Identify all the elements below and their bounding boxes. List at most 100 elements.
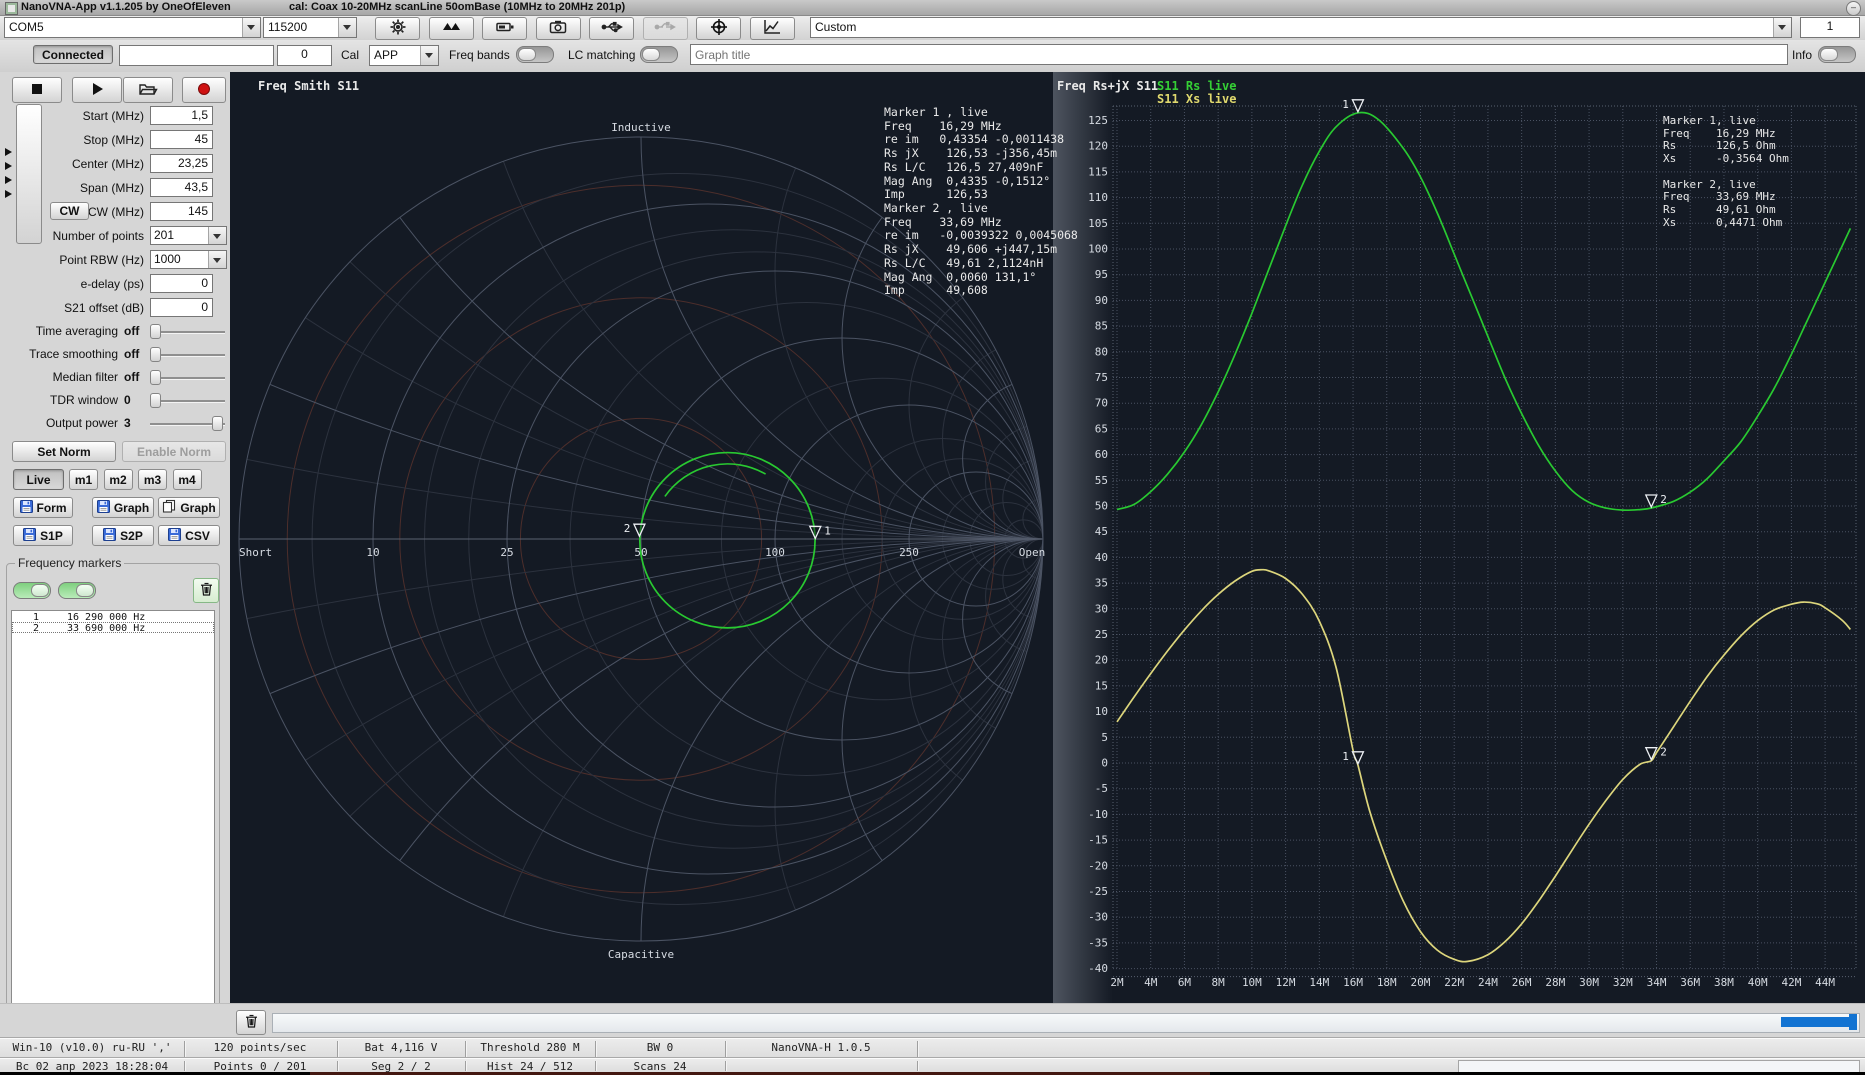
trace-live-button[interactable]: Live (13, 469, 64, 490)
field-label-span-mhz-: Span (MHz) (79, 181, 144, 195)
input-stop-mhz-[interactable]: 45 (150, 130, 213, 149)
y-axis-tick: -30 (1088, 911, 1108, 924)
battery-button[interactable] (482, 17, 527, 40)
marker-list-item[interactable]: 2 33 690 000 Hz (12, 622, 214, 634)
legend-rs-live: S11 Rs live (1157, 79, 1237, 93)
slider-trace-smoothing[interactable] (150, 347, 225, 363)
cal-index-field[interactable]: 0 (277, 45, 332, 66)
preset-combo[interactable]: Custom (810, 17, 1792, 38)
graph-title-input[interactable] (690, 44, 1788, 65)
input-e-delay-ps-[interactable]: 0 (150, 274, 213, 293)
inductive-label: Inductive (611, 121, 671, 134)
freq-bands-toggle[interactable] (516, 46, 554, 63)
field-label-e-delay-ps-: e-delay (ps) (80, 277, 144, 291)
slider-time-averaging[interactable] (150, 324, 225, 340)
marker-list-item[interactable]: 1 16 290 000 Hz (12, 611, 214, 623)
slider-median-filter[interactable] (150, 370, 225, 386)
chevron-down-icon[interactable] (208, 251, 226, 268)
chevron-down-icon[interactable] (338, 18, 356, 37)
input-cw-mhz-[interactable]: 145 (150, 202, 213, 221)
frequency-marker-list[interactable]: 1 16 290 000 Hz 2 33 690 000 Hz (11, 610, 215, 1012)
baud-rate-combo[interactable]: 115200 (263, 17, 357, 38)
sweep-side-button[interactable] (16, 104, 42, 244)
x-axis-tick: 38M (1714, 976, 1734, 989)
com-port-combo[interactable]: COM5 (4, 17, 261, 38)
xs-marker-1-triangle[interactable]: 1 (1342, 750, 1365, 766)
chevron-down-icon[interactable] (420, 46, 438, 65)
smith-chart-title: Freq Smith S11 (258, 79, 360, 93)
y-axis-tick: 20 (1095, 654, 1108, 667)
smith-marker-2-triangle[interactable]: 2 (624, 522, 646, 538)
stop-button[interactable] (12, 77, 62, 103)
x-axis-tick: 8M (1212, 976, 1226, 989)
connected-button[interactable]: Connected (33, 45, 113, 64)
x-axis-tick: 18M (1377, 976, 1397, 989)
smith-axis-value: 10 (366, 546, 379, 559)
cw-mode-button[interactable]: CW (50, 202, 89, 220)
usb-connect-button[interactable] (589, 17, 634, 40)
slider-knob[interactable] (150, 393, 161, 408)
expand-arrow-icon[interactable] (4, 146, 13, 156)
target-button[interactable] (696, 17, 741, 40)
slider-knob[interactable] (150, 347, 161, 362)
slider-knob[interactable] (212, 416, 223, 431)
trace-m4-button[interactable]: m4 (172, 469, 202, 490)
info-toggle[interactable] (1818, 46, 1856, 63)
combo-point-rbw-hz-[interactable]: 1000 (150, 250, 227, 269)
play-button[interactable] (72, 77, 122, 103)
minimize-button[interactable]: – (1846, 1, 1861, 16)
y-axis-tick: 5 (1101, 731, 1108, 744)
upload-triangles-button[interactable] (428, 17, 474, 40)
segment-count-field[interactable]: 1 (1800, 17, 1860, 38)
y-axis-tick: -35 (1088, 936, 1108, 949)
combo-number-of-points[interactable]: 201 (150, 226, 227, 245)
chevron-down-icon[interactable] (1773, 18, 1791, 37)
slider-value: off (124, 370, 140, 384)
settings-gear-button[interactable] (375, 17, 420, 40)
save-s1p-button[interactable]: S1P (13, 525, 73, 546)
app-icon (5, 2, 18, 15)
slider-tdr-window[interactable] (150, 393, 225, 409)
lc-matching-toggle[interactable] (640, 46, 678, 63)
save-csv-button[interactable]: CSV (158, 525, 220, 546)
record-button[interactable] (182, 77, 226, 103)
input-center-mhz-[interactable]: 23,25 (150, 154, 213, 173)
smith-marker-1-triangle[interactable]: 1 (808, 524, 831, 541)
camera-button[interactable] (535, 17, 581, 40)
save-form-button[interactable]: Form (13, 497, 73, 518)
rs-marker-2-triangle[interactable]: 2 (1644, 493, 1667, 509)
slider-knob[interactable] (150, 370, 161, 385)
trace-m1-button[interactable]: m1 (69, 469, 98, 490)
save-s2p-button[interactable]: S2P (92, 525, 154, 546)
slider-knob[interactable] (150, 324, 161, 339)
marker2-enable-toggle[interactable] (58, 582, 96, 599)
slider-value: off (124, 324, 140, 338)
input-s21-offset-db-[interactable]: 0 (150, 298, 213, 317)
save-graph-button[interactable]: Graph (158, 497, 220, 518)
trace-m3-button[interactable]: m3 (138, 469, 167, 490)
command-field[interactable] (119, 45, 274, 66)
legend-xs-live: S11 Xs live (1157, 92, 1237, 106)
input-start-mhz-[interactable]: 1,5 (150, 106, 213, 125)
marker1-enable-toggle[interactable] (13, 582, 51, 599)
chevron-down-icon[interactable] (208, 227, 226, 244)
trace-m2-button[interactable]: m2 (103, 469, 133, 490)
cal-mode-combo[interactable]: APP (369, 45, 439, 66)
input-span-mhz-[interactable]: 43,5 (150, 178, 213, 197)
smith-marker1-readout: Marker 1 , live Freq 16,29 MHz re im 0,4… (884, 105, 1065, 202)
slider-label-median-filter: Median filter (52, 370, 118, 384)
slider-output-power[interactable] (150, 416, 225, 432)
svg-text:1: 1 (824, 524, 831, 537)
open-folder-button[interactable] (123, 77, 173, 103)
window-titlebar[interactable]: NanoVNA-App v1.1.205 by OneOfEleven cal:… (0, 0, 1865, 16)
clear-trash-button[interactable] (236, 1010, 266, 1035)
play-icon (87, 79, 107, 102)
delete-markers-button[interactable] (193, 578, 219, 603)
y-axis-tick: 60 (1095, 448, 1108, 461)
chevron-down-icon[interactable] (242, 18, 260, 37)
chart-button[interactable] (749, 17, 795, 40)
status-item: Bat 4,116 V (364, 1041, 438, 1054)
save-graph-button[interactable]: Graph (92, 497, 154, 518)
scan-progress-bar[interactable] (272, 1013, 1860, 1033)
set-norm-button[interactable]: Set Norm (12, 441, 116, 462)
